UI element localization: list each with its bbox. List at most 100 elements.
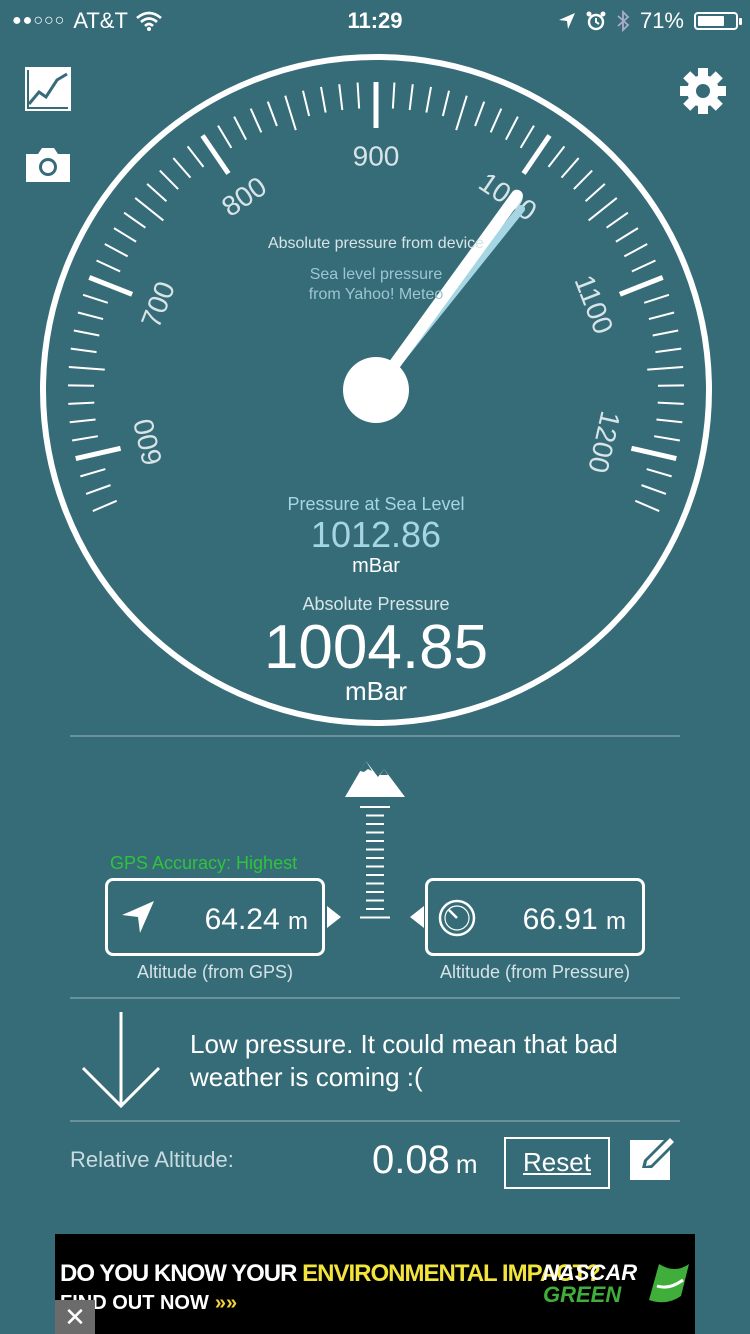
sea-level-value: 1012.86 <box>310 514 442 555</box>
gauge-minor-tick <box>69 418 96 424</box>
gauge-major-tick <box>200 134 231 175</box>
ad-close-button[interactable]: ✕ <box>55 1300 95 1334</box>
mountain-icon <box>345 761 405 797</box>
gauge-scale-label: 600 <box>127 416 168 468</box>
barometer-icon <box>438 899 476 937</box>
gauge-minor-tick <box>284 95 297 131</box>
gauge-minor-tick <box>302 90 311 117</box>
pointer-right-icon <box>327 906 341 928</box>
relative-altitude-value: 0.08 <box>372 1138 450 1182</box>
gauge-minor-tick <box>249 108 263 133</box>
altitude-scale <box>345 761 405 919</box>
gauge-minor-tick <box>573 169 593 190</box>
gps-altitude-value: 64.24 <box>204 903 280 936</box>
gauge-minor-tick <box>489 108 503 133</box>
gauge-minor-tick <box>320 86 327 113</box>
gauge-major-tick <box>75 445 122 461</box>
gps-altitude-unit: m <box>288 908 308 935</box>
location-icon <box>558 13 575 29</box>
battery-icon <box>694 12 742 30</box>
gauge-minor-tick <box>85 484 111 495</box>
gps-accuracy: GPS Accuracy: Highest <box>110 853 298 873</box>
gauge-minor-tick <box>146 183 168 203</box>
gauge-minor-tick <box>519 125 535 149</box>
ad-brand-logo: NASCAR GREEN <box>543 1260 638 1307</box>
gauge-minor-tick <box>77 311 104 321</box>
divider <box>70 735 680 737</box>
divider <box>70 997 680 999</box>
gauge-minor-tick <box>657 401 684 405</box>
gauge-scale-label: 1200 <box>582 408 626 476</box>
legend-sea-level-line1: Sea level pressure <box>309 266 443 283</box>
gauge-minor-tick <box>588 197 618 222</box>
edit-icon <box>630 1134 678 1180</box>
legend-device-pressure: Absolute pressure from device <box>267 235 485 252</box>
gauge-minor-tick <box>654 435 681 442</box>
gps-altitude-caption: Altitude (from GPS) <box>136 962 294 982</box>
pressure-altitude-caption: Altitude (from Pressure) <box>439 962 631 982</box>
gauge-major-tick <box>630 445 677 461</box>
gauge-minor-tick <box>641 484 667 495</box>
ad-cta-arrows: »» <box>214 1292 238 1314</box>
alarm-icon <box>586 11 606 31</box>
gauge-minor-tick <box>71 435 98 442</box>
gauge-minor-tick <box>159 169 179 190</box>
flag-icon <box>649 1264 689 1303</box>
gauge-minor-tick <box>505 116 519 141</box>
gauge-minor-tick <box>70 347 97 354</box>
gauge-minor-tick <box>338 84 344 111</box>
gauge-minor-tick <box>606 211 629 229</box>
pressure-altitude-value: 66.91 <box>522 903 598 936</box>
gauge-minor-tick <box>233 116 247 141</box>
gauge-scale-label: 900 <box>353 140 400 171</box>
gauge-minor-tick <box>560 157 580 179</box>
gauge-scale-label: 800 <box>216 171 272 223</box>
bluetooth-icon <box>617 10 630 32</box>
arrow-down-icon <box>81 1012 161 1109</box>
gauge-minor-tick <box>73 329 100 337</box>
gauge-minor-tick <box>134 197 164 222</box>
gauge-minor-tick <box>547 145 566 168</box>
reset-button[interactable]: Reset <box>504 1137 610 1189</box>
ad-banner[interactable]: DO YOU KNOW YOUR ENVIRONMENTAL IMPACT? F… <box>55 1234 695 1334</box>
gauge-minor-tick <box>68 365 105 371</box>
ad-headline-part1: DO YOU KNOW YOUR <box>60 1260 303 1287</box>
gps-altitude-box: 64.24 m <box>105 878 325 956</box>
gauge-minor-tick <box>68 401 95 405</box>
gauge-minor-tick <box>186 145 205 168</box>
relative-altitude-label: Relative Altitude: <box>70 1147 234 1172</box>
pressure-altitude-box: 66.91 m <box>425 878 645 956</box>
gauge-minor-tick <box>391 82 396 109</box>
gauge-minor-tick <box>441 90 450 117</box>
legend-sea-level-line2: from Yahoo! Meteo <box>308 286 444 303</box>
gauge-minor-tick <box>172 157 192 179</box>
absolute-pressure-unit: mBar <box>344 676 408 706</box>
gauge-minor-tick <box>474 101 486 127</box>
gauge-minor-tick <box>584 183 606 203</box>
gauge-minor-tick <box>646 468 672 478</box>
absolute-pressure-value: 1004.85 <box>263 613 489 682</box>
sea-level-label: Pressure at Sea Level <box>287 494 465 514</box>
gauge-minor-tick <box>356 82 361 109</box>
gauge-minor-tick <box>648 311 675 321</box>
gauge-minor-tick <box>455 95 468 131</box>
relative-altitude-unit: m <box>455 1149 478 1179</box>
gauge-minor-tick <box>123 211 146 229</box>
divider <box>70 1120 680 1122</box>
edit-button[interactable] <box>628 1132 680 1184</box>
status-bar: ●●○○○ AT&T 11:29 71% <box>0 0 750 40</box>
gauge-minor-tick <box>408 84 414 111</box>
gauge-minor-tick <box>652 329 679 337</box>
gauge-major-tick <box>521 134 552 175</box>
pointer-left-icon <box>410 906 424 928</box>
gauge-scale-labels: 600700800900100011001200 <box>127 140 626 476</box>
gauge-minor-tick <box>647 365 684 371</box>
forecast-message: Low pressure. It could mean that bad wea… <box>190 1029 618 1092</box>
gauge-minor-tick <box>655 347 682 354</box>
needle-hub <box>343 357 409 423</box>
gauge-minor-tick <box>656 418 683 424</box>
gauge-minor-tick <box>80 468 106 478</box>
gauge-minor-tick <box>217 125 233 149</box>
battery-percent: 71% <box>639 8 684 33</box>
sea-level-unit: mBar <box>352 555 400 577</box>
